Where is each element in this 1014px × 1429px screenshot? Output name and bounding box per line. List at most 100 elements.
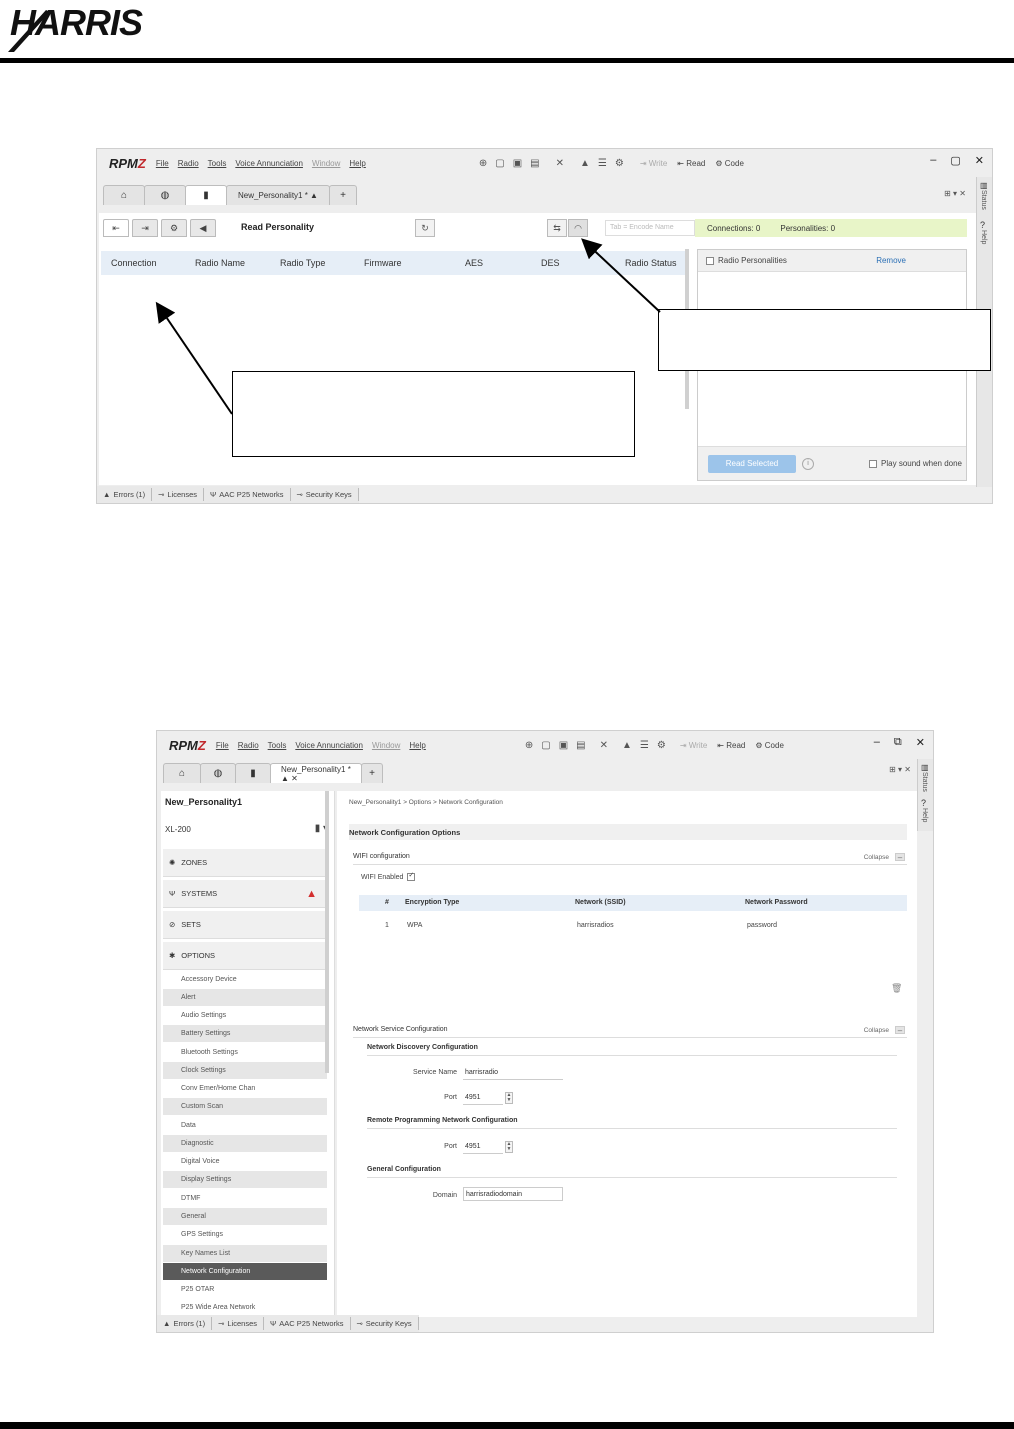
- errors-tab[interactable]: ▲ Errors (1): [157, 1317, 213, 1330]
- subtab-settings-icon[interactable]: ⚙: [161, 219, 187, 237]
- list-icon[interactable]: ☰: [640, 740, 649, 751]
- nav-section-options[interactable]: ✱ OPTIONS: [163, 942, 327, 970]
- maximize-icon[interactable]: ▢: [950, 154, 960, 167]
- menu-voice-annunciation[interactable]: Voice Annunciation: [295, 741, 363, 750]
- minimize-icon[interactable]: –: [930, 154, 936, 167]
- write-button[interactable]: ⇥ Write: [680, 741, 707, 750]
- licenses-tab[interactable]: ⊸ Licenses: [212, 1317, 265, 1330]
- save-all-icon[interactable]: ▤: [576, 740, 585, 751]
- nav-section-sets[interactable]: ⊘ SETS: [163, 911, 327, 939]
- security-keys-tab[interactable]: ⊸ Security Keys: [351, 1317, 419, 1330]
- home-tab[interactable]: ⌂: [163, 763, 201, 783]
- refresh-button[interactable]: ↻: [415, 219, 435, 237]
- read-button[interactable]: ⇤ Read: [677, 159, 705, 168]
- nav-section-zones[interactable]: ✺ ZONES: [163, 849, 327, 877]
- menu-radio[interactable]: Radio: [178, 159, 199, 168]
- doc-tab-new-personality[interactable]: New_Personality1 * ▲: [226, 185, 330, 205]
- usb-button[interactable]: ⇆: [547, 219, 567, 237]
- col-radio-name[interactable]: Radio Name: [195, 258, 245, 268]
- help-icon[interactable]: ?: [921, 798, 933, 808]
- col-firmware[interactable]: Firmware: [364, 258, 402, 268]
- wifi-button[interactable]: ◠: [568, 219, 588, 237]
- network-tab[interactable]: ◍: [144, 185, 186, 205]
- option-key-names-list[interactable]: Key Names List: [163, 1245, 327, 1262]
- save-icon[interactable]: ▣: [513, 158, 522, 169]
- option-gps-settings[interactable]: GPS Settings: [163, 1226, 327, 1243]
- menu-file[interactable]: File: [156, 159, 169, 168]
- info-icon[interactable]: i: [802, 457, 814, 470]
- col-encryption-type[interactable]: Encryption Type: [405, 899, 459, 906]
- home-tab[interactable]: ⌂: [103, 185, 145, 205]
- option-alert[interactable]: Alert: [163, 989, 327, 1006]
- new-icon[interactable]: ⊕: [525, 740, 533, 751]
- option-digital-voice[interactable]: Digital Voice: [163, 1153, 327, 1170]
- option-general[interactable]: General: [163, 1208, 327, 1225]
- option-conv-emer-home-chan[interactable]: Conv Emer/Home Chan: [163, 1080, 327, 1097]
- menu-radio[interactable]: Radio: [238, 741, 259, 750]
- option-data[interactable]: Data: [163, 1117, 327, 1134]
- nav-section-systems[interactable]: Ψ SYSTEMS ▲: [163, 880, 327, 908]
- menu-tools[interactable]: Tools: [208, 159, 227, 168]
- status-dock-label[interactable]: Status: [921, 772, 928, 792]
- option-p25-otar[interactable]: P25 OTAR: [163, 1281, 327, 1298]
- option-diagnostic[interactable]: Diagnostic: [163, 1135, 327, 1152]
- option-accessory-device[interactable]: Accessory Device: [163, 971, 327, 988]
- save-icon[interactable]: ▣: [559, 740, 568, 751]
- delete-row-icon[interactable]: 🗑: [891, 983, 902, 994]
- menu-help[interactable]: Help: [409, 741, 425, 750]
- network-tab[interactable]: ◍: [200, 763, 236, 783]
- tools-icon[interactable]: ✕: [600, 740, 608, 751]
- warning-icon[interactable]: ▲: [580, 158, 590, 169]
- remote-port-stepper[interactable]: ▲ ▼: [505, 1141, 513, 1153]
- settings-icon[interactable]: ⚙: [657, 740, 666, 751]
- option-battery-settings[interactable]: Battery Settings: [163, 1025, 327, 1042]
- remote-port-input[interactable]: 4951: [463, 1140, 503, 1154]
- option-dtmf[interactable]: DTMF: [163, 1190, 327, 1207]
- open-icon[interactable]: ▢: [541, 740, 550, 751]
- aac-p25-networks-tab[interactable]: Ψ AAC P25 Networks: [264, 1317, 351, 1330]
- col-network-password[interactable]: Network Password: [745, 899, 808, 906]
- menu-voice-annunciation[interactable]: Voice Annunciation: [235, 159, 303, 168]
- write-button[interactable]: ⇥ Write: [640, 159, 667, 168]
- option-p25-wide-area-network[interactable]: P25 Wide Area Network: [163, 1299, 327, 1316]
- option-audio-settings[interactable]: Audio Settings: [163, 1007, 327, 1024]
- settings-icon[interactable]: ⚙: [615, 158, 624, 169]
- open-icon[interactable]: ▢: [495, 158, 504, 169]
- col-aes[interactable]: AES: [465, 258, 483, 268]
- tools-icon[interactable]: ✕: [556, 158, 564, 169]
- read-selected-button[interactable]: Read Selected: [708, 454, 796, 473]
- aac-p25-networks-tab[interactable]: Ψ AAC P25 Networks: [204, 488, 291, 501]
- radio-tab[interactable]: ▮: [185, 185, 227, 205]
- subtab-read-icon[interactable]: ⇤: [103, 219, 129, 237]
- encode-name-filter-input[interactable]: Tab = Encode Name: [605, 220, 695, 236]
- status-dock-label[interactable]: Status: [980, 190, 987, 210]
- nsc-collapse-button[interactable]: Collapse –: [864, 1026, 905, 1035]
- navigation-scrollbar[interactable]: [325, 791, 329, 1073]
- list-icon[interactable]: ☰: [598, 158, 607, 169]
- remove-link[interactable]: Remove: [876, 256, 906, 265]
- option-clock-settings[interactable]: Clock Settings: [163, 1062, 327, 1079]
- wifi-enabled-checkbox[interactable]: [407, 873, 416, 881]
- col-radio-type[interactable]: Radio Type: [280, 258, 325, 268]
- play-sound-checkbox[interactable]: [869, 459, 878, 468]
- menu-window[interactable]: Window: [372, 741, 400, 750]
- status-dock-icon[interactable]: ▥: [921, 763, 933, 772]
- security-keys-tab[interactable]: ⊸ Security Keys: [291, 488, 359, 501]
- tab-menu-controls[interactable]: ⊞ ▾ ✕: [944, 189, 966, 198]
- help-dock-label[interactable]: Help: [921, 808, 928, 822]
- col-connection[interactable]: Connection: [111, 258, 157, 268]
- code-button[interactable]: ⚙ Code: [755, 741, 784, 750]
- col-index[interactable]: #: [385, 899, 389, 906]
- radio-tab[interactable]: ▮: [235, 763, 271, 783]
- maximize-icon[interactable]: ⧉: [894, 736, 902, 749]
- menu-help[interactable]: Help: [349, 159, 365, 168]
- add-tab-button[interactable]: +: [329, 185, 357, 205]
- subtab-broadcast-icon[interactable]: ◀: [190, 219, 216, 237]
- option-network-configuration[interactable]: Network Configuration: [163, 1263, 327, 1280]
- service-name-input[interactable]: harrisradio: [463, 1066, 563, 1080]
- subtab-write-icon[interactable]: ⇥: [132, 219, 158, 237]
- doc-tab-new-personality[interactable]: New_Personality1 * ▲ ✕: [270, 763, 362, 783]
- select-all-checkbox[interactable]: [706, 256, 714, 265]
- errors-tab[interactable]: ▲ Errors (1): [97, 488, 153, 501]
- table-row[interactable]: 1 WPA harrisradios password: [359, 918, 907, 934]
